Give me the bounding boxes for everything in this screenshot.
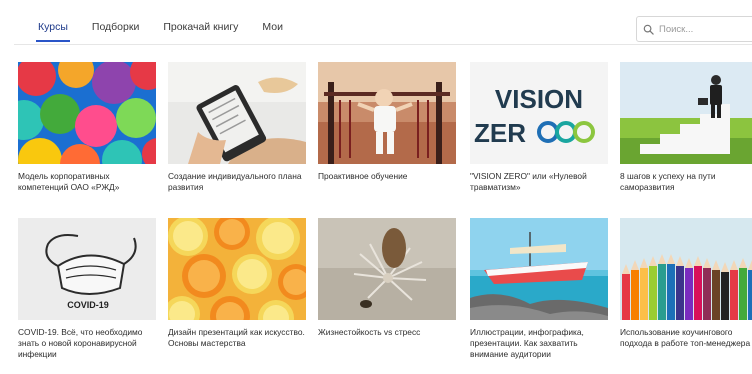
vision-zero-logo-line2: ZER [474,118,526,148]
course-card[interactable]: VISION ZER "VISION ZERO" или «Нулевой тр… [470,62,608,193]
course-title: Иллюстрации, инфографика, презентации. К… [470,327,584,359]
search-input[interactable] [659,23,749,35]
tab-my[interactable]: Мои [250,12,295,42]
course-card[interactable]: Использование коучингового подхода в раб… [620,218,752,349]
top-bar: Курсы Подборки Прокачай книгу Мои [0,0,752,52]
course-card[interactable]: COVID-19 COVID-19. Всё, что необходимо з… [18,218,156,360]
tab-courses[interactable]: Курсы [26,12,80,42]
vision-zero-logo-line1: VISION [495,84,583,114]
course-thumbnail-umbrellas [18,62,156,164]
course-title: Жизнестойкость vs стресс [318,327,421,337]
search-box[interactable] [636,16,752,42]
course-card[interactable]: Модель корпоративных компетенций ОАО «РЖ… [18,62,156,193]
course-thumbnail-stairs [620,62,752,164]
course-card[interactable]: Дизайн презентаций как искусство. Основы… [168,218,306,349]
course-thumbnail-covid-mask: COVID-19 [18,218,156,320]
category-tabs: Курсы Подборки Прокачай книгу Мои [26,12,295,42]
course-thumbnail-playground [318,62,456,164]
course-card[interactable]: Иллюстрации, инфографика, презентации. К… [470,218,608,360]
covid-image-caption: COVID-19 [67,300,109,310]
tab-boost-book[interactable]: Прокачай книгу [151,12,250,42]
course-title: Использование коучингового подхода в раб… [620,327,751,348]
course-card[interactable]: Жизнестойкость vs стресс [318,218,456,338]
course-thumbnail-pencils [620,218,752,320]
course-title: "VISION ZERO" или «Нулевой травматизм» [470,171,587,192]
course-thumbnail-vision-zero: VISION ZER [470,62,608,164]
course-title: Модель корпоративных компетенций ОАО «РЖ… [18,171,120,192]
course-card[interactable]: Создание индивидуального плана развития [168,62,306,193]
course-thumbnail-ebook [168,62,306,164]
course-thumbnail-dry-flower [318,218,456,320]
header-divider [14,44,752,45]
tab-collections[interactable]: Подборки [80,12,151,42]
course-title: Создание индивидуального плана развития [168,171,302,192]
search-icon [643,24,654,35]
course-thumbnail-boat [470,218,608,320]
course-title: COVID-19. Всё, что необходимо знать о но… [18,327,143,359]
course-card[interactable]: Проактивное обучение [318,62,456,182]
course-title: 8 шагов к успеху на пути саморазвития [620,171,716,192]
course-thumbnail-citrus [168,218,306,320]
course-title: Дизайн презентаций как искусство. Основы… [168,327,305,348]
course-card[interactable]: 8 шагов к успеху на пути саморазвития [620,62,752,193]
course-title: Проактивное обучение [318,171,408,181]
